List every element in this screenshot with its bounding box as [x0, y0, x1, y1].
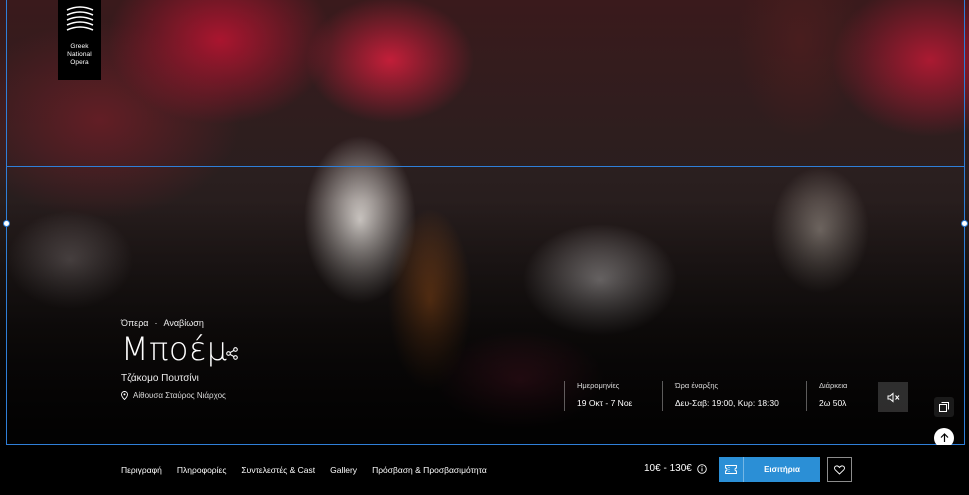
tab-gallery[interactable]: Gallery [330, 465, 357, 475]
meta-separator: · [154, 318, 158, 328]
resize-handle-right[interactable] [961, 220, 968, 227]
resize-handle-left[interactable] [3, 220, 10, 227]
tab-description[interactable]: Περιγραφή [121, 465, 162, 475]
composer-name: Τζάκομο Πουτσίνι [121, 373, 199, 384]
mute-icon [887, 391, 899, 403]
logo-waves-icon [66, 6, 93, 31]
price-label: 10€ - 130€ [644, 463, 692, 474]
duration-label: Διάρκεια [819, 381, 848, 390]
duration-value: 2ω 50λ [819, 398, 847, 408]
page-title: Μποέμ [121, 330, 228, 368]
start-time-value: Δευ-Σαβ: 19:00, Κυρ: 18:30 [675, 398, 779, 408]
favorite-button[interactable] [827, 457, 852, 482]
info-dates: Ημερομηνίες 19 Οκτ - 7 Νοε [564, 381, 632, 411]
price-range: 10€ - 130€ [644, 463, 707, 474]
tab-accessibility[interactable]: Πρόσβαση & Προσβασιμότητα [372, 465, 487, 475]
category-label: Όπερα [121, 318, 149, 328]
tickets-button[interactable]: Εισιτήρια [719, 457, 820, 482]
arrow-up-icon [940, 433, 948, 442]
guide-line-left [6, 0, 7, 495]
tickets-label: Εισιτήρια [764, 465, 800, 474]
guide-line-top [6, 166, 964, 167]
venue-label: Αίθουσα Σταύρος Νιάρχος [133, 391, 226, 400]
production-meta: Όπερα · Αναβίωση [121, 318, 204, 328]
pin-icon [121, 391, 128, 400]
info-duration: Διάρκεια 2ω 50λ [806, 381, 847, 411]
copy-icon [939, 402, 949, 412]
tab-cast[interactable]: Συντελεστές & Cast [241, 465, 315, 475]
logo-text: Greek National Opera [67, 43, 92, 66]
section-tabs: Περιγραφή Πληροφορίες Συντελεστές & Cast… [121, 465, 487, 475]
dates-value: 19 Οκτ - 7 Νοε [577, 398, 633, 408]
guide-line-right [964, 0, 965, 495]
ticket-icon-box [719, 457, 744, 482]
ticket-icon [725, 465, 737, 474]
tab-information[interactable]: Πληροφορίες [177, 465, 227, 475]
share-icon[interactable] [226, 347, 238, 360]
info-icon[interactable] [697, 463, 707, 474]
info-start-time: Ώρα έναρξης Δευ-Σαβ: 19:00, Κυρ: 18:30 [662, 381, 779, 411]
gno-logo[interactable]: Greek National Opera [58, 0, 101, 80]
bottom-nav-bar: Περιγραφή Πληροφορίες Συντελεστές & Cast… [0, 445, 969, 495]
dates-label: Ημερομηνίες [577, 381, 620, 390]
mute-button[interactable] [878, 382, 908, 412]
copy-button[interactable] [934, 397, 954, 417]
revival-tag: Αναβίωση [163, 318, 204, 328]
venue[interactable]: Αίθουσα Σταύρος Νιάρχος [121, 391, 226, 400]
heart-icon [834, 464, 845, 475]
start-time-label: Ώρα έναρξης [675, 381, 719, 390]
